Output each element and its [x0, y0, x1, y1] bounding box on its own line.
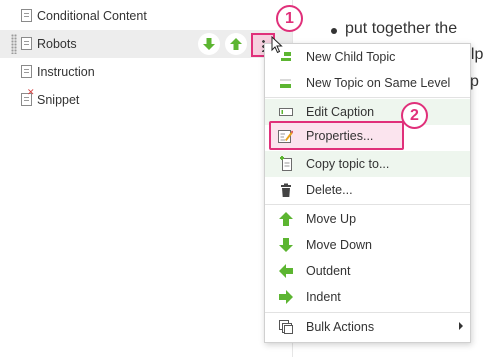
snippet-badge-icon: ✕: [27, 87, 35, 97]
menu-item-bulk-actions[interactable]: Bulk Actions: [265, 314, 470, 340]
drag-handle[interactable]: [11, 34, 17, 54]
menu-item-label: Delete...: [306, 183, 353, 197]
tree-item-snippet[interactable]: ✕ Snippet: [0, 86, 292, 114]
move-down-button[interactable]: [198, 33, 220, 55]
tree-item-label: Conditional Content: [37, 9, 147, 23]
menu-item-move-up[interactable]: Move Up: [265, 206, 470, 232]
tree-item-instruction[interactable]: Instruction: [0, 58, 292, 86]
menu-item-label: New Topic on Same Level: [306, 76, 451, 90]
document-icon: [21, 65, 32, 78]
tree-item-label: Robots: [37, 37, 77, 51]
menu-separator: [265, 97, 470, 98]
tree-item-robots[interactable]: Robots: [0, 30, 292, 58]
submenu-arrow-icon: [459, 322, 463, 330]
menu-item-label: Indent: [306, 290, 341, 304]
document-icon: [21, 37, 32, 50]
menu-item-outdent[interactable]: Outdent: [265, 258, 470, 284]
arrow-up-icon: [278, 211, 294, 227]
menu-item-label: New Child Topic: [306, 50, 396, 64]
tree-item-conditional-content[interactable]: Conditional Content: [0, 2, 292, 30]
menu-item-move-down[interactable]: Move Down: [265, 232, 470, 258]
menu-item-label: Outdent: [306, 264, 351, 278]
menu-item-copy-topic[interactable]: Copy topic to...: [265, 151, 470, 177]
mouse-cursor-icon: [271, 36, 283, 54]
menu-item-label: Properties...: [306, 129, 374, 143]
menu-item-delete[interactable]: Delete...: [265, 177, 470, 203]
callout-step-1: 1: [276, 5, 303, 32]
menu-item-new-child-topic[interactable]: New Child Topic: [265, 44, 470, 70]
menu-separator: [265, 312, 470, 313]
context-menu: New Child Topic New Topic on Same Level …: [264, 43, 471, 343]
properties-icon: [277, 128, 293, 144]
menu-separator: [265, 204, 470, 205]
arrow-down-icon: [203, 38, 215, 50]
document-icon: [21, 9, 32, 22]
arrow-down-icon: [278, 237, 294, 253]
menu-item-properties[interactable]: Properties...: [269, 121, 404, 150]
menu-item-label: Edit Caption: [306, 105, 375, 119]
document-bullet: put together the: [330, 20, 458, 37]
arrow-left-icon: [278, 263, 294, 279]
callout-step-2: 2: [401, 102, 428, 129]
new-sibling-topic-icon: [278, 75, 294, 91]
menu-item-new-topic-same-level[interactable]: New Topic on Same Level: [265, 70, 470, 96]
tree-item-label: Snippet: [37, 93, 80, 107]
copy-topic-icon: [278, 156, 294, 172]
arrow-right-icon: [278, 289, 294, 305]
menu-item-label: Bulk Actions: [306, 320, 375, 334]
bulk-actions-icon: [278, 319, 294, 335]
arrow-up-icon: [230, 38, 242, 50]
move-up-button[interactable]: [225, 33, 247, 55]
menu-item-label: Move Down: [306, 238, 372, 252]
trash-icon: [278, 182, 294, 198]
tree-item-label: Instruction: [37, 65, 95, 79]
menu-item-label: Copy topic to...: [306, 157, 390, 171]
menu-item-indent[interactable]: Indent: [265, 284, 470, 310]
menu-item-label: Move Up: [306, 212, 357, 226]
edit-caption-icon: [278, 104, 294, 120]
